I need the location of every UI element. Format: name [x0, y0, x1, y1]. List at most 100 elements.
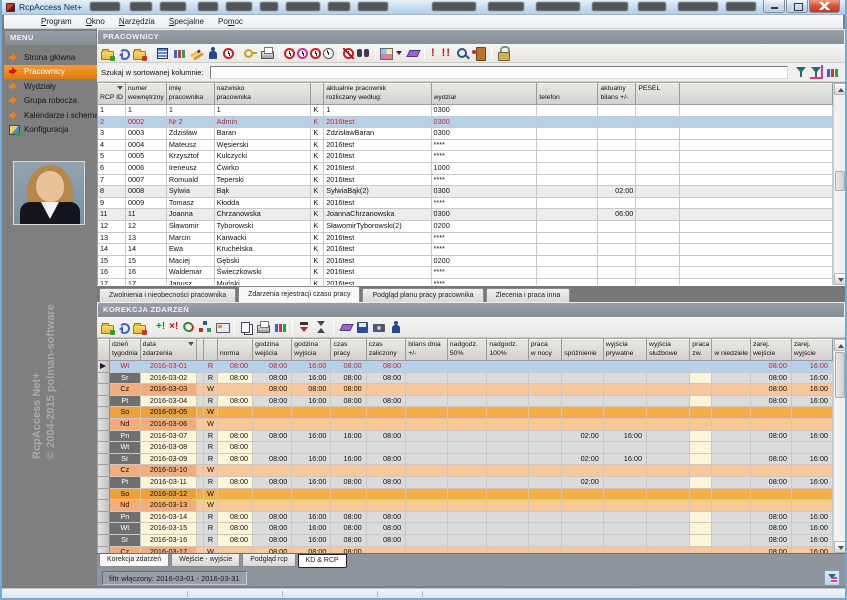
column-header-blank[interactable] — [679, 84, 832, 105]
menu-item-program[interactable]: Program — [34, 15, 79, 28]
column-header-bilans-dnia[interactable]: bilans dnia+/- — [406, 340, 448, 361]
employee-row[interactable]: 50005KrzysztofKulczyckiK2016test**** — [98, 151, 833, 163]
row-selector[interactable] — [98, 465, 109, 477]
alert-double-icon[interactable]: !! — [440, 46, 453, 60]
row-selector[interactable] — [98, 488, 109, 500]
maximize-button[interactable] — [786, 0, 808, 13]
employee-row[interactable]: 1313MarcinKarwackiK2016test**** — [98, 232, 833, 244]
hierarchy-icon[interactable] — [198, 320, 213, 334]
employee-row[interactable]: 1515MaciejGębskiK2016test0200 — [98, 255, 833, 267]
clear-colors-icon[interactable] — [338, 320, 353, 334]
menu-item-specjalne[interactable]: Specjalne — [162, 15, 211, 28]
undo-icon[interactable] — [116, 46, 131, 60]
scroll-down-icon[interactable] — [834, 273, 845, 285]
row-selector[interactable] — [98, 384, 109, 396]
edit-pencils-icon[interactable] — [189, 46, 204, 60]
row-selector[interactable] — [98, 534, 109, 546]
scrollbar-thumb[interactable] — [835, 171, 845, 191]
column-header-numer-wewnętrzny[interactable]: numerwewnętrzny — [125, 84, 166, 105]
add-event-icon[interactable]: +! — [155, 320, 166, 334]
column-header-data-zdarzenia[interactable]: datazdarzenia — [140, 340, 197, 361]
row-selector[interactable] — [98, 442, 109, 454]
row-selector[interactable] — [98, 523, 109, 535]
scroll-up-icon[interactable] — [834, 83, 845, 95]
row-selector[interactable] — [98, 546, 109, 553]
open-folder-icon[interactable] — [101, 51, 114, 60]
close-employee-icon[interactable] — [472, 46, 487, 60]
column-header-w-niedziele[interactable]: w niedziele — [712, 340, 751, 361]
employee-row[interactable]: 1616WaldemarŚwieczkowskiK2016test**** — [98, 267, 833, 279]
sort-descending-icon[interactable] — [297, 320, 312, 334]
column-header-imię-pracownika[interactable]: imiępracownika — [166, 84, 214, 105]
row-selector[interactable] — [98, 372, 109, 384]
sidebar-item-konfiguracja[interactable]: Konfiguracja — [4, 123, 97, 138]
employee-row[interactable]: 80008SylwiaBąkKSylwiaBąk(2)030002:00 — [98, 186, 833, 198]
time-clock-icon[interactable] — [323, 48, 334, 59]
tab-zlecenia-i-praca-inna[interactable]: Zlecenia i praca inna — [486, 288, 571, 302]
minimize-button[interactable] — [763, 0, 785, 13]
employee-row[interactable]: 1717JanuszMuńskiK2016test**** — [98, 278, 833, 285]
scrollbar-thumb[interactable] — [835, 352, 845, 398]
event-row[interactable]: Pn2016-03-14R08:0008:0016:0008:0008:0008… — [98, 511, 833, 523]
row-selector[interactable] — [98, 430, 109, 442]
event-row[interactable]: Sr2016-03-09R08:0008:0016:0016:0008:0002… — [98, 453, 833, 465]
event-row[interactable]: Cz2016-03-17W08:0008:0008:0008:0016:00 — [98, 546, 833, 553]
column-header-wydział[interactable]: wydział — [431, 84, 537, 105]
sidebar-item-wydziały[interactable]: Wydziały — [4, 79, 97, 94]
sidebar-item-pracownicy[interactable]: Pracownicy — [4, 65, 97, 80]
entry-clock-icon[interactable] — [284, 48, 295, 59]
column-header-blank[interactable] — [311, 84, 324, 105]
sidebar-item-grupa-robocza[interactable]: Grupa robocza — [4, 94, 97, 109]
column-header-rcp-id[interactable]: RCP ID — [98, 84, 125, 105]
event-row[interactable]: Nd2016-03-06W — [98, 418, 833, 430]
employee-row[interactable]: 1212SławomirTyborowskiKSławomirTyborowsk… — [98, 220, 833, 232]
event-row[interactable]: Pt2016-03-04R08:0008:0016:0008:0008:0008… — [98, 395, 833, 407]
menu-item-pomoc[interactable]: Pomoc — [211, 15, 250, 28]
column-header-spóźnienie[interactable]: spóźnienie — [562, 340, 604, 361]
column-header-godzina-wyjścia[interactable]: godzinawyjścia — [292, 340, 331, 361]
chart-icon[interactable] — [825, 65, 840, 79]
employee-row[interactable]: 30003ZdzisławBaranKZdzisławBaran0300 — [98, 128, 833, 140]
row-selector[interactable] — [98, 500, 109, 512]
event-row[interactable]: Pt2016-03-11R08:0008:0016:0008:0008:0002… — [98, 476, 833, 488]
color-legend-icon[interactable] — [380, 48, 393, 60]
sidebar-item-strona-główna[interactable]: Strona główna — [4, 50, 97, 65]
column-header-pesel[interactable]: PESEL — [636, 84, 680, 105]
event-row[interactable]: So2016-03-12W — [98, 488, 833, 500]
event-row[interactable]: Cz2016-03-10W — [98, 465, 833, 477]
export-disk-icon[interactable] — [355, 320, 370, 334]
event-row[interactable]: Wt2016-03-01R08:0008:0016:0008:0008:0008… — [98, 361, 833, 373]
event-row[interactable]: Wt2016-03-15R08:0008:0016:0008:0008:0008… — [98, 523, 833, 535]
column-header-godzina-wejścia[interactable]: godzinawejścia — [253, 340, 292, 361]
column-header-dzień-tygodnia[interactable]: dzieńtygodnia — [109, 340, 140, 361]
events-scrollbar[interactable] — [833, 339, 845, 553]
event-row[interactable]: Nd2016-03-13W — [98, 500, 833, 512]
delete-event-icon[interactable]: ×! — [168, 320, 179, 334]
employee-row[interactable]: 1414EwaKruchelskaK2016test**** — [98, 244, 833, 256]
employee-row[interactable]: 70007RomualdTeperskiK2016test**** — [98, 174, 833, 186]
row-selector[interactable] — [98, 453, 109, 465]
menu-item-okno[interactable]: Okno — [79, 15, 112, 28]
column-header-zarej-wyjście[interactable]: zarej.wyjście — [791, 340, 832, 361]
legend-dropdown-icon[interactable] — [395, 46, 403, 60]
column-header-blank[interactable] — [197, 340, 204, 361]
undo-icon[interactable] — [116, 320, 131, 334]
clear-colors-icon[interactable] — [405, 46, 420, 60]
row-selector[interactable] — [98, 511, 109, 523]
employee-row[interactable]: 20002Nr 2AdminK2016test0300 — [98, 116, 833, 128]
close-button[interactable] — [809, 0, 840, 13]
import-folder-icon[interactable] — [133, 51, 146, 60]
column-header-blank[interactable] — [204, 340, 218, 361]
filter-table-icon[interactable] — [824, 570, 840, 586]
filter-column-icon[interactable] — [810, 65, 823, 79]
column-header-aktualnie-pracownik-rozliczany-według[interactable]: aktualnie pracownikrozliczany według: — [324, 84, 431, 105]
column-header-norma[interactable]: norma — [217, 340, 252, 361]
pass-card-icon[interactable] — [215, 320, 230, 334]
employee-list-icon[interactable] — [155, 46, 170, 60]
person-walk-icon[interactable] — [389, 320, 404, 334]
column-header-nadgodz-100[interactable]: nadgodz.100% — [487, 340, 528, 361]
event-row[interactable]: Sr2016-03-02R08:0008:0016:0008:0008:0008… — [98, 372, 833, 384]
column-header-aktualny-bilans[interactable]: aktualnybilans +/- — [598, 84, 636, 105]
entry-exit-clock-icon[interactable] — [310, 48, 321, 59]
column-header-wyjścia-prywatne[interactable]: wyjściaprywatne — [603, 340, 646, 361]
